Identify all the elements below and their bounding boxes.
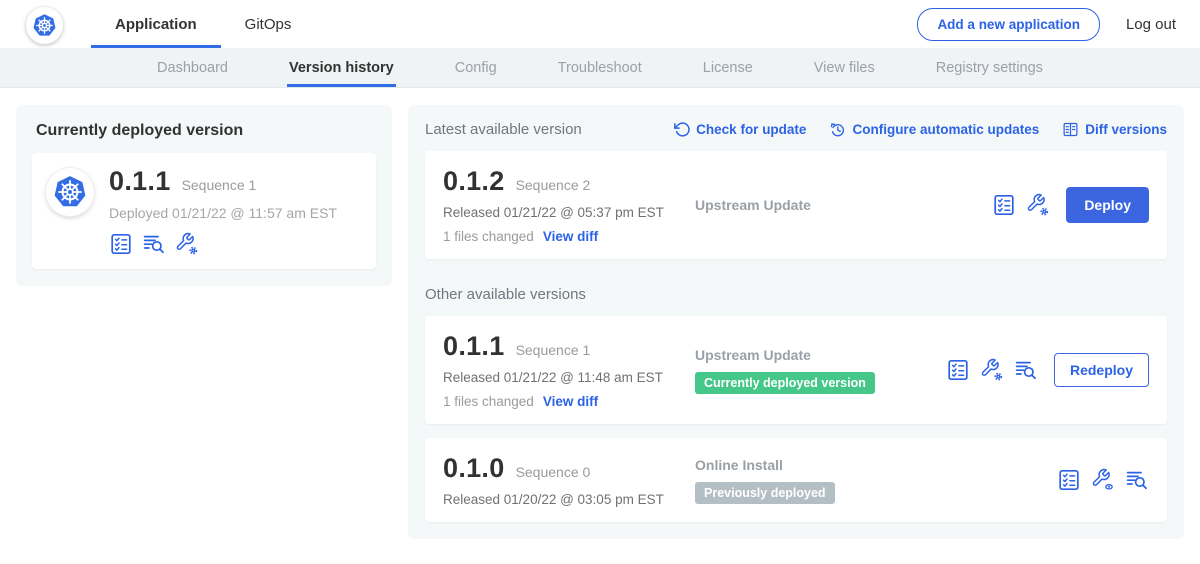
version-info: 0.1.2 Sequence 2 Released 01/21/22 @ 05:… <box>443 166 695 244</box>
version-card-0-1-1: 0.1.1 Sequence 1 Released 01/21/22 @ 11:… <box>425 316 1167 424</box>
tab-gitops[interactable]: GitOps <box>221 0 316 48</box>
preflight-checks-icon[interactable] <box>1057 468 1081 492</box>
topbar-right: Add a new application Log out <box>917 8 1176 41</box>
view-diff-link[interactable]: View diff <box>543 394 598 409</box>
version-info: 0.1.1 Sequence 1 Released 01/21/22 @ 11:… <box>443 331 695 409</box>
clock-arrow-icon <box>829 121 846 138</box>
view-diff-link[interactable]: View diff <box>543 229 598 244</box>
version-card-0-1-2: 0.1.2 Sequence 2 Released 01/21/22 @ 05:… <box>425 151 1167 259</box>
subnav-tab-troubleshoot[interactable]: Troubleshoot <box>556 48 644 87</box>
currently-deployed-badge: Currently deployed version <box>695 372 875 394</box>
subnav-tab-registry-settings[interactable]: Registry settings <box>934 48 1045 87</box>
edit-config-icon[interactable] <box>1026 193 1050 217</box>
version-actions: Redeploy <box>946 353 1149 387</box>
deployed-sequence-label: Sequence 1 <box>182 177 257 193</box>
released-timestamp: Released 01/21/22 @ 05:37 pm EST <box>443 205 695 220</box>
version-source-label: Upstream Update <box>695 197 992 213</box>
deploy-button[interactable]: Deploy <box>1066 187 1149 223</box>
version-info: 0.1.0 Sequence 0 Released 01/20/22 @ 03:… <box>443 453 695 507</box>
subnav-tab-config[interactable]: Config <box>453 48 499 87</box>
version-number: 0.1.1 <box>443 331 505 362</box>
version-source-column: Online Install Previously deployed <box>695 457 1057 504</box>
version-row: 0.1.1 Sequence 1 <box>443 331 695 362</box>
other-versions-title: Other available versions <box>425 286 1167 303</box>
diff-versions-link[interactable]: Diff versions <box>1062 121 1167 138</box>
preflight-checks-icon[interactable] <box>946 358 970 382</box>
subnav-tab-view-files[interactable]: View files <box>812 48 877 87</box>
version-history-page: Currently deployed version 0.1.1 Sequenc… <box>0 88 1200 556</box>
released-timestamp: Released 01/20/22 @ 03:05 pm EST <box>443 492 695 507</box>
preflight-checks-icon[interactable] <box>109 232 133 256</box>
version-row: 0.1.0 Sequence 0 <box>443 453 695 484</box>
view-config-icon[interactable] <box>1091 468 1115 492</box>
diff-versions-label: Diff versions <box>1085 122 1167 137</box>
topbar: Application GitOps Add a new application… <box>0 0 1200 48</box>
kots-admin-console: Application GitOps Add a new application… <box>0 0 1200 564</box>
previously-deployed-badge: Previously deployed <box>695 482 835 504</box>
version-source-column: Upstream Update <box>695 197 992 213</box>
version-source-column: Upstream Update Currently deployed versi… <box>695 347 946 394</box>
app-kubernetes-icon <box>46 168 94 216</box>
kubernetes-logo-icon <box>26 7 63 44</box>
logout-button[interactable]: Log out <box>1126 16 1176 33</box>
app-subnav: Dashboard Version history Config Trouble… <box>0 48 1200 88</box>
kubernetes-logo-icon <box>31 12 58 39</box>
sequence-label: Sequence 1 <box>516 342 591 358</box>
configure-automatic-updates-label: Configure automatic updates <box>852 122 1039 137</box>
subnav-tab-dashboard[interactable]: Dashboard <box>155 48 230 87</box>
files-changed-label: 1 files changed <box>443 394 534 409</box>
files-changed-row: 1 files changed View diff <box>443 394 695 409</box>
released-timestamp: Released 01/21/22 @ 11:48 am EST <box>443 370 695 385</box>
sequence-label: Sequence 2 <box>516 177 591 193</box>
top-tabs: Application GitOps <box>91 0 315 48</box>
currently-deployed-panel: Currently deployed version 0.1.1 Sequenc… <box>16 105 392 286</box>
files-changed-label: 1 files changed <box>443 229 534 244</box>
panel-header-actions: Check for update Configure automatic upd… <box>673 121 1167 138</box>
deploy-logs-icon[interactable] <box>142 232 166 256</box>
tab-application[interactable]: Application <box>91 0 221 48</box>
deployed-action-icons <box>109 232 337 256</box>
latest-available-title: Latest available version <box>425 121 582 138</box>
deployed-version-row: 0.1.1 Sequence 1 <box>109 166 337 197</box>
refresh-icon <box>673 121 690 138</box>
sequence-label: Sequence 0 <box>516 464 591 480</box>
diff-versions-icon <box>1062 121 1079 138</box>
preflight-checks-icon[interactable] <box>992 193 1016 217</box>
available-versions-panel: Latest available version Check for updat… <box>408 105 1184 539</box>
edit-config-icon[interactable] <box>175 232 199 256</box>
version-card-0-1-0: 0.1.0 Sequence 0 Released 01/20/22 @ 03:… <box>425 438 1167 522</box>
check-for-update-label: Check for update <box>696 122 806 137</box>
version-number: 0.1.2 <box>443 166 505 197</box>
version-actions: Deploy <box>992 187 1149 223</box>
available-panel-header: Latest available version Check for updat… <box>425 121 1167 138</box>
deployed-version-number: 0.1.1 <box>109 166 171 197</box>
version-source-label: Upstream Update <box>695 347 946 363</box>
files-changed-row: 1 files changed View diff <box>443 229 695 244</box>
redeploy-button[interactable]: Redeploy <box>1054 353 1149 387</box>
version-number: 0.1.0 <box>443 453 505 484</box>
kubernetes-logo-icon <box>51 173 89 211</box>
configure-automatic-updates-link[interactable]: Configure automatic updates <box>829 121 1039 138</box>
check-for-update-link[interactable]: Check for update <box>673 121 806 138</box>
deploy-logs-icon[interactable] <box>1014 358 1038 382</box>
version-actions <box>1057 468 1149 492</box>
subnav-tab-license[interactable]: License <box>701 48 755 87</box>
version-row: 0.1.2 Sequence 2 <box>443 166 695 197</box>
add-application-button[interactable]: Add a new application <box>917 8 1100 41</box>
deployed-timestamp: Deployed 01/21/22 @ 11:57 am EST <box>109 205 337 221</box>
deployed-version-card: 0.1.1 Sequence 1 Deployed 01/21/22 @ 11:… <box>32 153 376 269</box>
deploy-logs-icon[interactable] <box>1125 468 1149 492</box>
edit-config-icon[interactable] <box>980 358 1004 382</box>
deployed-panel-title: Currently deployed version <box>36 122 376 140</box>
subnav-tab-version-history[interactable]: Version history <box>287 48 396 87</box>
version-source-label: Online Install <box>695 457 1057 473</box>
deployed-version-info: 0.1.1 Sequence 1 Deployed 01/21/22 @ 11:… <box>109 166 337 256</box>
